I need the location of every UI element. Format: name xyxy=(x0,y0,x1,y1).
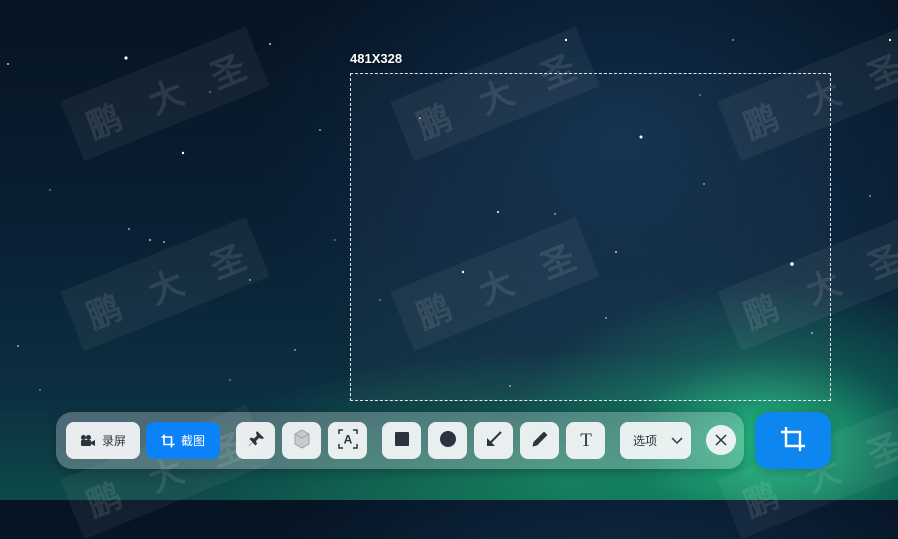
crop-icon xyxy=(161,434,175,448)
close-button[interactable] xyxy=(706,425,736,455)
arrow-icon xyxy=(485,430,503,452)
chevron-down-icon xyxy=(671,434,683,448)
record-screen-button[interactable]: 录屏 xyxy=(66,422,140,459)
video-camera-icon xyxy=(80,434,96,448)
blur-icon xyxy=(293,428,311,453)
options-dropdown[interactable]: 选项 xyxy=(620,422,691,459)
pin-icon xyxy=(247,430,265,452)
capture-selection-area[interactable] xyxy=(350,73,831,401)
screenshot-mode-button[interactable]: 截图 xyxy=(146,422,220,459)
svg-text:A: A xyxy=(343,432,352,446)
ellipse-tool-button[interactable] xyxy=(428,422,467,459)
rectangle-tool-button[interactable] xyxy=(382,422,421,459)
pen-icon xyxy=(531,430,549,452)
close-icon xyxy=(715,431,727,450)
record-screen-label: 录屏 xyxy=(101,434,126,448)
screenshot-toolbar: 录屏 截图 A T 选项 xyxy=(56,412,744,469)
pin-button[interactable] xyxy=(236,422,275,459)
ocr-icon: A xyxy=(337,428,358,453)
selection-size-label: 481X328 xyxy=(350,51,403,66)
rectangle-icon xyxy=(394,431,410,451)
ocr-button[interactable]: A xyxy=(328,422,367,459)
confirm-capture-button[interactable] xyxy=(755,412,831,469)
crop-confirm-icon xyxy=(779,425,807,457)
blur-button[interactable] xyxy=(282,422,321,459)
svg-text:T: T xyxy=(580,430,592,448)
text-icon: T xyxy=(577,430,595,452)
options-label: 选项 xyxy=(633,434,658,448)
text-tool-button[interactable]: T xyxy=(566,422,605,459)
arrow-tool-button[interactable] xyxy=(474,422,513,459)
screenshot-mode-label: 截图 xyxy=(180,434,205,448)
pen-tool-button[interactable] xyxy=(520,422,559,459)
ellipse-icon xyxy=(439,430,457,452)
